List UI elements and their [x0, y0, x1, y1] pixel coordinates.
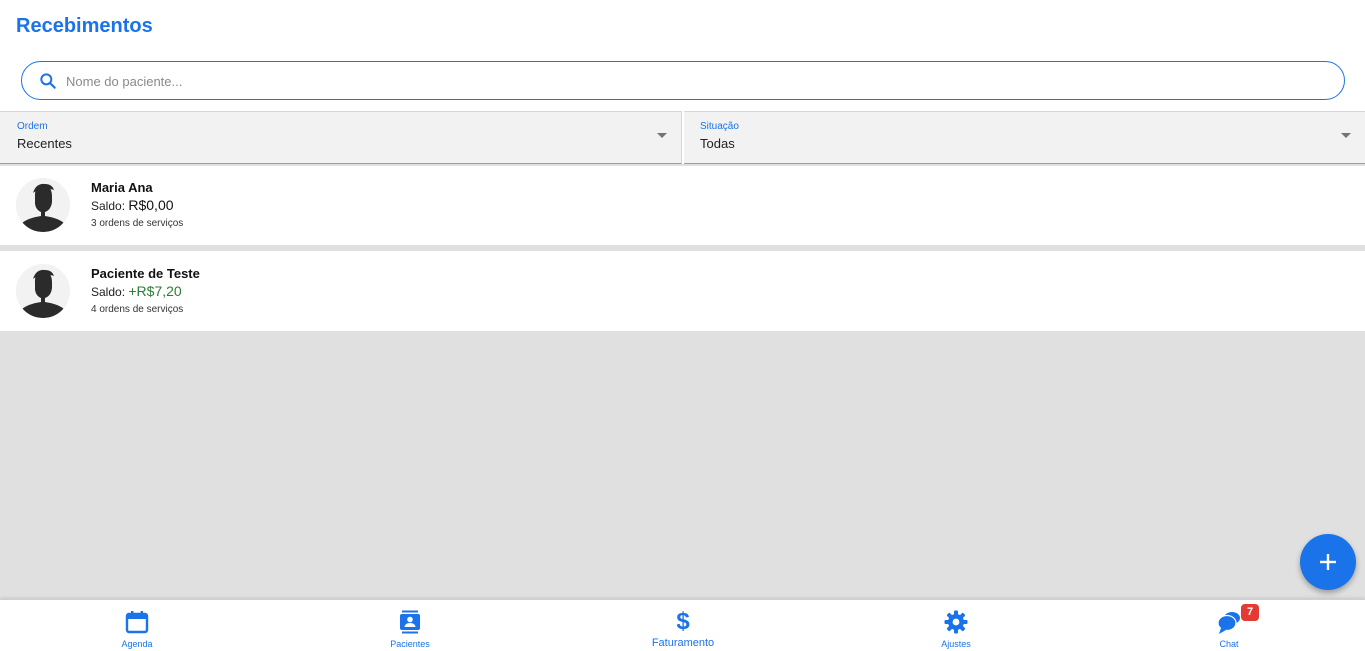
patient-list-item[interactable]: Maria Ana Saldo: R$0,00 3 ordens de serv…: [0, 166, 1365, 245]
person-silhouette-icon: [16, 264, 70, 318]
situacao-value: Todas: [700, 136, 735, 151]
nav-item-faturamento[interactable]: $ Faturamento: [623, 600, 743, 651]
nav-item-ajustes[interactable]: Ajustes: [896, 600, 1016, 651]
patient-list-item[interactable]: Paciente de Teste Saldo: +R$7,20 4 orden…: [0, 251, 1365, 331]
situacao-select[interactable]: Situação Todas: [684, 111, 1365, 164]
add-button[interactable]: [1300, 534, 1356, 590]
situacao-label: Situação: [700, 121, 739, 132]
patient-name: Paciente de Teste: [91, 266, 200, 281]
dollar-icon: $: [676, 608, 690, 633]
plus-icon: [1320, 554, 1336, 570]
caret-down-icon: [1341, 133, 1351, 138]
search-bar[interactable]: [21, 61, 1345, 100]
ordem-value: Recentes: [17, 136, 72, 151]
saldo-label: Saldo:: [91, 199, 126, 213]
contacts-icon: [400, 610, 420, 634]
bottom-nav: Agenda Pacientes $ Faturamento Ajustes 7…: [0, 599, 1365, 651]
filters: Ordem Recentes Situação Todas: [0, 111, 1365, 164]
nav-label: Ajustes: [941, 639, 971, 649]
nav-label: Pacientes: [390, 639, 430, 649]
ordem-select[interactable]: Ordem Recentes: [0, 111, 682, 164]
orders-count: 3 ordens de serviços: [91, 218, 184, 229]
patient-name: Maria Ana: [91, 180, 153, 195]
orders-count: 4 ordens de serviços: [91, 304, 184, 315]
unread-badge: 7: [1241, 604, 1259, 621]
saldo-label: Saldo:: [91, 285, 126, 299]
app: Recebimentos Ordem Recentes Situação Tod…: [0, 0, 1365, 651]
saldo: Saldo: +R$7,20: [91, 283, 182, 299]
saldo: Saldo: R$0,00: [91, 197, 174, 213]
saldo-value: R$0,00: [128, 197, 174, 213]
nav-label: Faturamento: [651, 637, 715, 649]
ordem-label: Ordem: [17, 121, 48, 132]
calendar-icon: [125, 611, 149, 634]
avatar: [16, 264, 70, 318]
nav-item-chat[interactable]: 7 Chat: [1169, 600, 1289, 651]
search-input[interactable]: [66, 70, 1326, 92]
saldo-value: +R$7,20: [128, 283, 182, 299]
caret-down-icon: [657, 133, 667, 138]
nav-label: Chat: [1219, 639, 1239, 649]
gear-icon: [944, 610, 968, 634]
header: Recebimentos: [0, 0, 1365, 111]
search-icon: [40, 73, 56, 89]
nav-item-pacientes[interactable]: Pacientes: [350, 600, 470, 651]
page-title: Recebimentos: [16, 15, 153, 37]
chat-icon: [1217, 612, 1240, 634]
nav-item-agenda[interactable]: Agenda: [77, 600, 197, 651]
svg-text:$: $: [676, 608, 690, 633]
person-silhouette-icon: [16, 178, 70, 232]
nav-label: Agenda: [121, 639, 153, 649]
avatar: [16, 178, 70, 232]
